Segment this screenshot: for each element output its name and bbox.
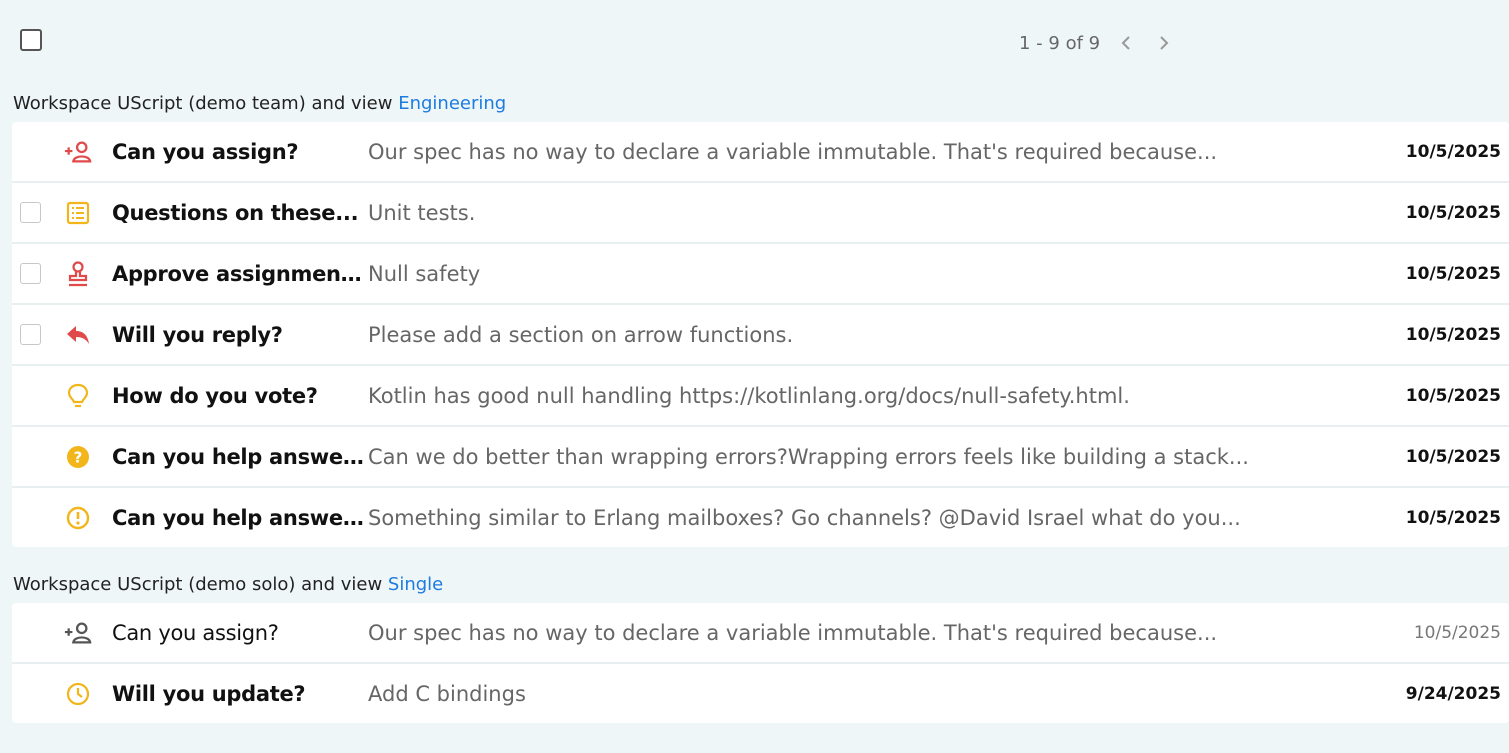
list-item[interactable]: Will you reply? Please add a section on … <box>12 305 1509 366</box>
list-item[interactable]: ? Can you help answer... Can we do bette… <box>12 427 1509 488</box>
list-item[interactable]: How do you vote? Kotlin has good null ha… <box>12 366 1509 427</box>
list-item[interactable]: Will you update? Add C bindings 9/24/202… <box>12 664 1509 723</box>
chevron-left-icon <box>1121 36 1130 50</box>
item-snippet: Something similar to Erlang mailboxes? G… <box>368 505 1241 530</box>
item-date: 10/5/2025 <box>1405 507 1501 528</box>
list-item[interactable]: Can you assign? Our spec has no way to d… <box>12 122 1509 183</box>
item-title: Approve assignment... <box>112 261 364 286</box>
task-list-team: Can you assign? Our spec has no way to d… <box>12 122 1509 547</box>
item-snippet: Our spec has no way to declare a variabl… <box>368 620 1218 645</box>
pagination-range: 1 - 9 of 9 <box>1019 32 1101 54</box>
view-link-engineering[interactable]: Engineering <box>398 93 506 114</box>
item-snippet: Please add a section on arrow functions. <box>368 322 794 347</box>
item-title: Can you assign? <box>112 620 279 645</box>
chevron-right-icon <box>1160 36 1169 50</box>
row-checkbox[interactable] <box>20 324 41 345</box>
item-date: 10/5/2025 <box>1405 202 1501 223</box>
item-title: How do you vote? <box>112 383 318 408</box>
item-date: 10/5/2025 <box>1405 446 1501 467</box>
item-snippet: Add C bindings <box>368 681 526 706</box>
item-snippet: Can we do better than wrapping errors?Wr… <box>368 444 1249 469</box>
item-date: 10/5/2025 <box>1405 141 1501 162</box>
clock-icon <box>64 681 92 707</box>
toolbar: 1 - 9 of 9 <box>0 0 1509 86</box>
alert-icon <box>64 505 92 531</box>
group-prefix: Workspace UScript (demo team) and view <box>13 93 399 114</box>
select-all-checkbox[interactable] <box>20 29 42 51</box>
item-date: 10/5/2025 <box>1413 622 1501 643</box>
list-item[interactable]: Approve assignment... Null safety 10/5/2… <box>12 244 1509 305</box>
item-title: Can you help answer... <box>112 505 364 530</box>
item-title: Can you assign? <box>112 139 299 164</box>
group-prefix: Workspace UScript (demo solo) and view <box>13 574 388 595</box>
row-checkbox[interactable] <box>20 263 41 284</box>
task-list-solo: Can you assign? Our spec has no way to d… <box>12 603 1509 723</box>
item-title: Can you help answer... <box>112 444 364 469</box>
group-header-solo: Workspace UScript (demo solo) and view S… <box>0 567 1509 603</box>
lightbulb-icon <box>64 383 92 409</box>
item-title: Questions on these... <box>112 200 359 225</box>
pagination: 1 - 9 of 9 <box>1019 31 1176 55</box>
assign-person-icon <box>64 620 92 646</box>
item-snippet: Kotlin has good null handling https://ko… <box>368 383 1130 408</box>
item-title: Will you update? <box>112 681 306 706</box>
row-checkbox[interactable] <box>20 202 41 223</box>
item-snippet: Our spec has no way to declare a variabl… <box>368 139 1218 164</box>
item-date: 10/5/2025 <box>1405 324 1501 345</box>
question-icon: ? <box>64 444 92 470</box>
item-date: 9/24/2025 <box>1405 683 1501 704</box>
item-date: 10/5/2025 <box>1405 263 1501 284</box>
approve-stamp-icon <box>64 261 92 287</box>
assign-person-icon <box>64 139 92 165</box>
item-date: 10/5/2025 <box>1405 385 1501 406</box>
prev-page-button[interactable] <box>1114 31 1138 55</box>
reply-icon <box>64 322 92 348</box>
item-snippet: Null safety <box>368 261 481 286</box>
next-page-button[interactable] <box>1152 31 1176 55</box>
group-header-team: Workspace UScript (demo team) and view E… <box>0 86 1509 122</box>
item-snippet: Unit tests. <box>368 200 476 225</box>
list-item[interactable]: Can you help answer... Something similar… <box>12 488 1509 547</box>
list-icon <box>64 200 92 226</box>
svg-text:?: ? <box>74 449 83 467</box>
list-item[interactable]: Can you assign? Our spec has no way to d… <box>12 603 1509 664</box>
view-link-single[interactable]: Single <box>388 574 443 595</box>
item-title: Will you reply? <box>112 322 283 347</box>
list-item[interactable]: Questions on these... Unit tests. 10/5/2… <box>12 183 1509 244</box>
